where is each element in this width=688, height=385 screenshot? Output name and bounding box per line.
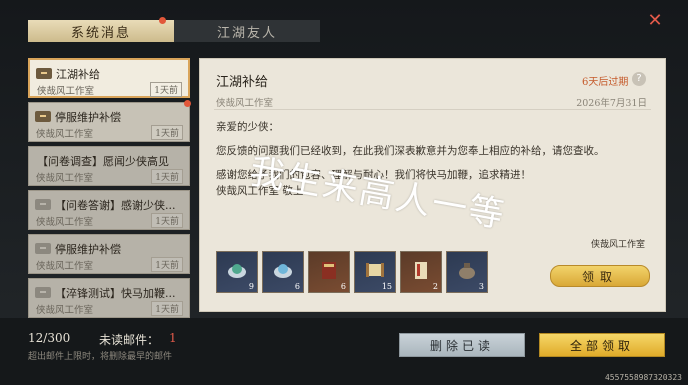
mail-limit-hint: 超出邮件上限时，将删除最早的邮件 — [28, 352, 173, 362]
envelope-icon — [35, 287, 51, 298]
attachment-item[interactable]: 3 — [446, 251, 488, 293]
mail-title: 停服维护补偿 — [55, 243, 121, 256]
tab-system-messages[interactable]: 系统消息 — [28, 17, 174, 42]
mail-time: 1天前 — [151, 301, 183, 316]
attachment-item[interactable]: 6 — [262, 251, 304, 293]
mail-title: 停服维护补偿 — [55, 111, 121, 124]
envelope-icon — [35, 199, 51, 210]
pearl-orb-icon — [274, 264, 292, 278]
notification-dot — [159, 17, 166, 24]
mail-title: 【问卷调查】愿闻少侠高见 — [37, 155, 169, 168]
attachment-item[interactable]: 15 — [354, 251, 396, 293]
expire-label: 6天后过期 — [582, 77, 629, 88]
mail-item[interactable]: 【问卷调查】愿闻少侠高见 侠哉风工作室 1天前 — [28, 146, 190, 186]
tab-label: 系统消息 — [70, 25, 131, 41]
attachment-count: 6 — [340, 282, 346, 291]
mail-item[interactable]: 【问卷答谢】感谢少侠... 侠哉风工作室 1天前 — [28, 190, 190, 230]
manual-icon — [415, 262, 427, 279]
mail-item[interactable]: 【淬锋测试】快马加鞭... 侠哉风工作室 1天前 — [28, 278, 190, 318]
envelope-icon — [36, 68, 52, 79]
mail-sender: 侠哉风工作室 — [36, 261, 94, 272]
mail-greeting: 亲爱的少侠： — [216, 121, 279, 133]
user-id: 4557558987320323 — [604, 373, 682, 382]
mail-time: 1天前 — [151, 213, 183, 228]
envelope-icon — [35, 111, 51, 122]
attachment-count: 3 — [478, 282, 484, 291]
mail-detail-sender: 侠哉风工作室 — [216, 98, 274, 109]
attachment-count: 6 — [294, 282, 300, 291]
jade-orb-icon — [228, 264, 246, 278]
claim-all-button[interactable]: 全部领取 — [539, 333, 665, 357]
unread-count: 1 — [169, 331, 177, 345]
attachment-count: 15 — [381, 282, 392, 291]
divider — [214, 109, 651, 110]
book-icon — [322, 262, 336, 279]
envelope-icon — [35, 243, 51, 254]
attachment-item[interactable]: 6 — [308, 251, 350, 293]
mail-item[interactable]: 停服维护补偿 侠哉风工作室 1天前 — [28, 100, 191, 142]
mail-title: 【问卷答谢】感谢少侠... — [55, 199, 176, 212]
claim-button[interactable]: 领取 — [550, 265, 650, 287]
scroll-icon — [366, 263, 384, 277]
unread-label: 未读邮件： — [99, 333, 160, 347]
tab-friends[interactable]: 江湖友人 — [174, 20, 320, 42]
pouch-icon — [459, 263, 475, 279]
mail-time: 1天前 — [151, 257, 183, 272]
mail-item[interactable]: 江湖补给 侠哉风工作室 1天前 — [28, 58, 190, 98]
help-icon[interactable]: ? — [632, 72, 646, 86]
close-icon[interactable]: ✕ — [646, 12, 664, 30]
attachment-count: 9 — [248, 282, 254, 291]
mail-count: 12/300 — [28, 331, 71, 345]
mail-title: 江湖补给 — [56, 68, 100, 81]
mail-detail-date: 2026年7月31日 — [576, 98, 647, 109]
notification-dot — [184, 100, 191, 107]
mail-time: 1天前 — [151, 169, 183, 184]
mail-detail-title: 江湖补给 — [216, 75, 269, 90]
mail-sender: 侠哉风工作室 — [37, 86, 95, 97]
mail-sender: 侠哉风工作室 — [36, 305, 94, 316]
attachment-list: 9 6 6 15 2 3 — [216, 251, 488, 293]
attachment-count: 2 — [432, 282, 438, 291]
mail-sender: 侠哉风工作室 — [36, 217, 94, 228]
mail-sender: 侠哉风工作室 — [36, 129, 94, 140]
delete-read-button[interactable]: 删除已读 — [399, 333, 525, 357]
mail-list[interactable]: 江湖补给 侠哉风工作室 1天前 停服维护补偿 侠哉风工作室 1天前 【问卷调查】… — [28, 58, 192, 318]
mail-title: 【淬锋测试】快马加鞭... — [55, 287, 176, 300]
tab-label: 江湖友人 — [216, 25, 277, 41]
mail-sender: 侠哉风工作室 — [36, 173, 94, 184]
mail-time: 1天前 — [151, 125, 183, 140]
mail-time: 1天前 — [150, 82, 182, 97]
mail-signature: 侠哉风工作室 — [590, 240, 645, 250]
attachment-item[interactable]: 2 — [400, 251, 442, 293]
attachment-item[interactable]: 9 — [216, 251, 258, 293]
tab-bar: 系统消息 江湖友人 — [28, 17, 320, 42]
mail-item[interactable]: 停服维护补偿 侠哉风工作室 1天前 — [28, 234, 190, 274]
